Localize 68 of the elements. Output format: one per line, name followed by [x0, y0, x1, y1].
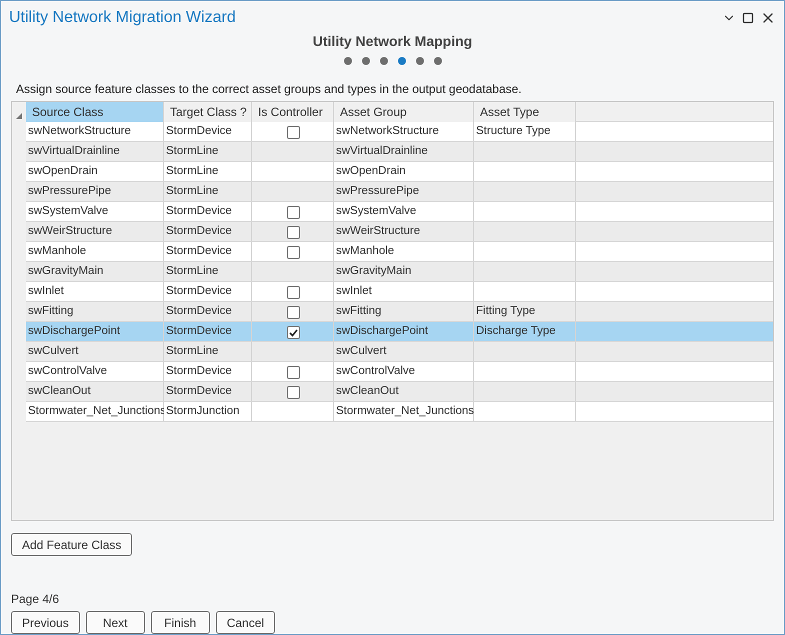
table-cell: swCulvert: [26, 342, 164, 362]
controller-checkbox[interactable]: [286, 206, 300, 219]
controller-checkbox[interactable]: [286, 366, 300, 379]
table-cell: swCulvert: [334, 342, 474, 362]
table-cell: swVirtualDrainline: [26, 142, 164, 162]
table-cell: swCleanOut: [334, 382, 474, 402]
table-cell: swOpenDrain: [334, 162, 474, 182]
table-cell: swControlValve: [334, 362, 474, 382]
page-indicator: Page 4/6: [11, 592, 60, 606]
page-title: Utility Network Mapping: [312, 33, 474, 49]
table-cell: swNetworkStructure: [26, 122, 164, 142]
table-cell: swCleanOut: [26, 382, 164, 402]
table-cell: StormLine: [164, 142, 252, 162]
table-cell: StormDevice: [164, 242, 252, 262]
table-cell: StormDevice: [164, 202, 252, 222]
table-cell: swDischargePoint: [26, 322, 164, 342]
controller-checkbox[interactable]: [286, 246, 300, 259]
controller-checkbox[interactable]: [286, 226, 300, 239]
table-cell: StormLine: [164, 342, 252, 362]
table-cell: swDischargePoint: [334, 322, 474, 342]
nav-button[interactable]: Finish: [150, 611, 210, 634]
window-title: Utility Network Migration Wizard: [9, 9, 236, 27]
table-cell: swOpenDrain: [26, 162, 164, 182]
table-cell: StormDevice: [164, 382, 252, 402]
table-cell: swWeirStructure: [26, 222, 164, 242]
table-cell: StormLine: [164, 182, 252, 202]
table-cell: swPressurePipe: [334, 182, 474, 202]
table-cell: swControlValve: [26, 362, 164, 382]
nav-button[interactable]: Previous: [11, 611, 80, 634]
controller-checkbox[interactable]: [286, 306, 300, 319]
nav-button[interactable]: Next: [86, 611, 145, 634]
table-cell: StormDevice: [164, 322, 252, 342]
table-cell: swSystemValve: [334, 202, 474, 222]
table-cell: StormLine: [164, 162, 252, 182]
table-cell: swInlet: [26, 282, 164, 302]
add-feature-class-button[interactable]: Add Feature Class: [11, 533, 132, 556]
table-cell: swVirtualDrainline: [334, 142, 474, 162]
table-cell: swPressurePipe: [26, 182, 164, 202]
table-cell: StormDevice: [164, 222, 252, 242]
table-cell: StormJunction: [164, 402, 252, 422]
table-cell: swNetworkStructure: [334, 122, 474, 142]
controller-checkbox[interactable]: [286, 126, 300, 139]
table-cell: swGravityMain: [26, 262, 164, 282]
table-cell: swFitting: [334, 302, 474, 322]
table-cell: swManhole: [334, 242, 474, 262]
table-cell: StormDevice: [164, 302, 252, 322]
nav-button[interactable]: Cancel: [216, 611, 276, 634]
controller-checkbox[interactable]: [286, 286, 300, 299]
table-cell: Stormwater_Net_Junctions: [334, 402, 474, 422]
table-cell: swInlet: [334, 282, 474, 302]
table-cell: swManhole: [26, 242, 164, 262]
table-cell: Structure Type: [474, 122, 576, 142]
table-cell: swGravityMain: [334, 262, 474, 282]
table-cell: StormLine: [164, 262, 252, 282]
controller-checkbox[interactable]: [286, 386, 300, 399]
controller-checkbox[interactable]: [286, 326, 300, 339]
table-cell: StormDevice: [164, 362, 252, 382]
table-cell: swFitting: [26, 302, 164, 322]
table-cell: Fitting Type: [474, 302, 576, 322]
table-cell: Stormwater_Net_Junctions: [26, 402, 164, 422]
table-cell: Discharge Type: [474, 322, 576, 342]
column-header[interactable]: Source Class: [26, 102, 164, 122]
table-cell: swSystemValve: [26, 202, 164, 222]
instructions-text: Assign source feature classes to the correct asset groups and types in the output geodatabase.: [16, 82, 523, 96]
table-cell: StormDevice: [164, 282, 252, 302]
maximize-icon[interactable]: [742, 12, 754, 24]
table-cell: StormDevice: [164, 122, 252, 142]
table-cell: swWeirStructure: [334, 222, 474, 242]
